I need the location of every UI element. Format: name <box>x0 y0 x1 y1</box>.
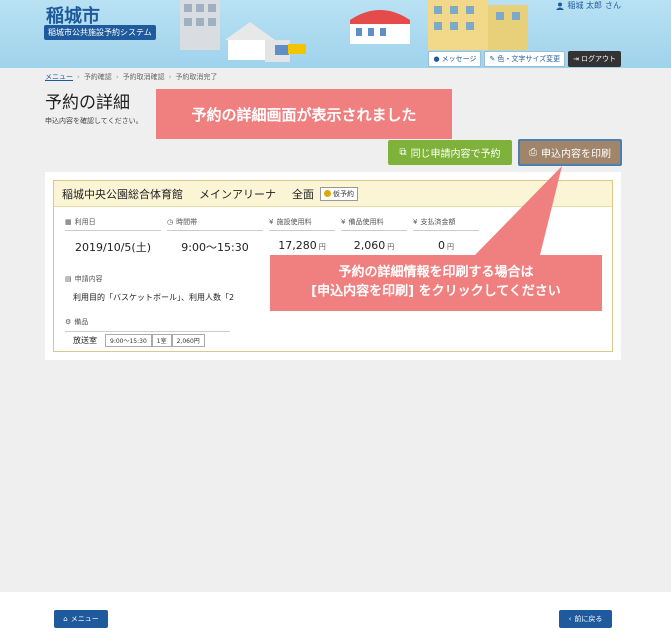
breadcrumb-menu[interactable]: メニュー <box>45 72 73 82</box>
breadcrumb: メニュー › 予約確認 › 予約取消確認 › 予約取消完了 <box>45 72 217 82</box>
breadcrumb-separator: › <box>77 73 80 81</box>
application-text: 利用目的「バスケットボール」、利用人数「2 <box>73 293 235 302</box>
same-request-label: 同じ申請内容で予約 <box>410 149 501 160</box>
field-facility-fee-label: ¥ 施設使用料 <box>269 217 335 231</box>
logout-icon: ⇥ <box>573 55 579 63</box>
color-font-button[interactable]: ✎ 色・文字サイズ変更 <box>484 51 566 67</box>
application-label: ▤ 申請内容 <box>65 274 103 284</box>
card-header: 稲城中央公園総合体育館 メインアリーナ 全面 仮予約 <box>54 181 612 207</box>
user-suffix: さん <box>605 1 621 10</box>
color-font-label: 色・文字サイズ変更 <box>497 55 561 63</box>
field-facility-fee-label-text: 施設使用料 <box>276 218 312 226</box>
field-paid-amount-value: 0円 <box>413 231 479 252</box>
menu-button[interactable]: ⌂ メニュー <box>54 610 108 628</box>
print-label: 申込内容を印刷 <box>541 149 611 160</box>
calendar-icon: ▦ <box>65 218 72 226</box>
field-time-label-text: 時間帯 <box>176 218 198 226</box>
system-name: 稲城市公共施設予約システム <box>44 25 156 40</box>
status-badge: 仮予約 <box>320 186 358 201</box>
brush-icon: ✎ <box>489 55 496 63</box>
breadcrumb-separator: › <box>168 73 172 81</box>
reservation-fields: ▦ 利用日 2019/10/5(土) ◷ 時間帯 9:00〜15:30 ¥ 施設使用料… <box>65 217 479 255</box>
equipment-divider <box>65 331 230 332</box>
callout-bottom-line2: [申込内容を印刷] をクリックしてください <box>311 284 561 299</box>
back-label: 前に戻る <box>574 615 603 623</box>
message-icon: ● <box>433 55 440 63</box>
field-facility-fee: ¥ 施設使用料 17,280 円 <box>269 217 335 255</box>
field-date-label: ▦ 利用日 <box>65 217 161 231</box>
apartment-illustration <box>428 0 528 50</box>
print-button[interactable]: ⎙ 申込内容を印刷 <box>518 139 622 166</box>
page-title: 予約の詳細 <box>45 93 130 113</box>
equipment-count-tag: 1室 <box>151 334 172 347</box>
field-facility-fee-value: 17,280 円 <box>269 231 335 252</box>
field-date-value: 2019/10/5(土) <box>75 241 151 254</box>
chevron-left-icon: ‹ <box>568 615 572 623</box>
field-equipment-fee-value: 2,060 円 <box>341 231 407 252</box>
status-badge-label: 仮予約 <box>333 189 354 198</box>
equipment-price-tag: 2,060円 <box>171 334 205 347</box>
clock-icon: ◷ <box>167 218 174 226</box>
facility-area: 全面 <box>292 187 314 201</box>
callout-top: 予約の詳細画面が表示されました <box>156 89 452 139</box>
facility-room: メインアリーナ <box>199 187 276 201</box>
field-paid-amount-label: ¥ 支払済金額 <box>413 217 479 231</box>
field-equipment-fee-label: ¥ 備品使用料 <box>341 217 407 231</box>
facility-fee-amount: 17,280 <box>278 239 317 252</box>
document-icon: ▤ <box>65 275 72 283</box>
paid-amount-unit: 円 <box>447 243 454 251</box>
field-date: ▦ 利用日 2019/10/5(土) <box>65 217 161 255</box>
field-date-label-text: 利用日 <box>74 218 96 226</box>
field-time-label: ◷ 時間帯 <box>167 217 263 231</box>
callout-bottom: 予約の詳細情報を印刷する場合は [申込内容を印刷] をクリックしてください <box>270 255 602 311</box>
field-paid-amount: ¥ 支払済金額 0円 <box>413 217 479 255</box>
breadcrumb-separator: › <box>115 73 119 81</box>
back-button[interactable]: ‹ 前に戻る <box>559 610 612 628</box>
field-paid-amount-label-text: 支払済金額 <box>420 218 456 226</box>
printer-icon: ⎙ <box>529 147 537 158</box>
facility-fee-unit: 円 <box>318 243 326 251</box>
breadcrumb-cancel-complete: 予約取消完了 <box>175 73 218 81</box>
paid-amount: 0 <box>438 239 445 252</box>
equipment-time-tag: 9:00〜15:30 <box>105 334 152 347</box>
logout-label: ログアウト <box>581 55 616 63</box>
facility-name: 稲城中央公園総合体育館 <box>62 187 183 201</box>
cityscape-illustration <box>180 0 410 62</box>
page-description: 申込内容を確認してください。 <box>45 117 143 125</box>
application-label-text: 申請内容 <box>74 275 103 283</box>
field-time: ◷ 時間帯 9:00〜15:30 <box>167 217 263 255</box>
user-name: 稲城 太郎 <box>567 1 602 10</box>
user-info: 稲城 太郎 さん <box>556 0 621 11</box>
field-time-value: 9:00〜15:30 <box>181 241 249 254</box>
callout-bottom-line1: 予約の詳細情報を印刷する場合は <box>338 265 534 281</box>
gear-icon: ⚙ <box>65 318 72 326</box>
field-equipment-fee-label-text: 備品使用料 <box>348 218 384 226</box>
logout-button[interactable]: ⇥ ログアウト <box>568 51 621 67</box>
status-dot-icon <box>324 190 331 197</box>
yen-icon: ¥ <box>341 218 346 226</box>
yen-icon: ¥ <box>413 218 418 226</box>
header-buttons: ● メッセージ ✎ 色・文字サイズ変更 ⇥ ログアウト <box>428 51 621 67</box>
equipment-label-text: 備品 <box>74 318 89 326</box>
menu-label: メニュー <box>70 615 99 623</box>
field-equipment-fee: ¥ 備品使用料 2,060 円 <box>341 217 407 255</box>
home-icon: ⌂ <box>63 615 68 623</box>
equipment-fee-unit: 円 <box>387 243 395 251</box>
breadcrumb-confirm: 予約確認 <box>83 73 112 81</box>
message-label: メッセージ <box>441 55 477 63</box>
message-button[interactable]: ● メッセージ <box>428 51 482 67</box>
copy-icon: ⧉ <box>399 147 407 158</box>
equipment-tags: 9:00〜15:30 1室 2,060円 <box>105 334 205 347</box>
yen-icon: ¥ <box>269 218 274 226</box>
same-request-button[interactable]: ⧉ 同じ申請内容で予約 <box>388 140 512 165</box>
equipment-name: 放送室 <box>73 336 97 345</box>
breadcrumb-cancel-confirm: 予約取消確認 <box>122 73 165 81</box>
site-header: 稲城市 稲城市公共施設予約システム 稲城 太郎 さん ● メッセージ ✎ 色・文字サ… <box>0 0 671 68</box>
user-icon <box>556 2 565 10</box>
equipment-label: ⚙ 備品 <box>65 317 88 327</box>
equipment-fee-amount: 2,060 <box>353 239 386 252</box>
